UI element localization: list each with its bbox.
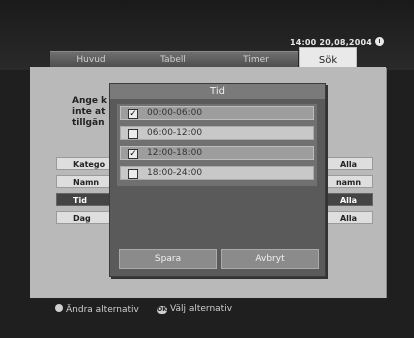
row-value-tid[interactable]: Alla (324, 193, 373, 206)
time-option-3[interactable]: 18:00-24:00 (120, 166, 314, 180)
help-line-2: inte at (72, 107, 106, 117)
row-label-namn[interactable]: Namn (56, 175, 112, 188)
row-label-dag[interactable]: Dag (56, 211, 112, 224)
time-option-2[interactable]: ✓ 12:00-18:00 (120, 146, 314, 160)
checkbox-empty-icon[interactable] (128, 169, 138, 179)
hint-change-label: Ändra alternativ (66, 305, 139, 315)
checkbox-empty-icon[interactable] (128, 129, 138, 139)
checkbox-checked-icon[interactable]: ✓ (128, 109, 138, 119)
arrow-key-icon (55, 304, 63, 312)
ok-key-icon: OK (157, 306, 167, 314)
save-button[interactable]: Spara (119, 249, 217, 269)
time-option-label: 18:00-24:00 (147, 168, 203, 178)
dialog-title: Tid (110, 84, 325, 99)
row-label-tid[interactable]: Tid (56, 193, 112, 206)
clock: 14:00 20,08,2004 (289, 38, 372, 47)
hint-change: Ändra alternativ (55, 304, 139, 315)
row-value-dag[interactable]: Alla (324, 211, 373, 224)
cancel-button[interactable]: Avbryt (221, 249, 319, 269)
screen: 14:00 20,08,2004 Huvud Tabell Timer Sök … (0, 0, 414, 338)
help-line-3: tillgän (72, 118, 105, 128)
row-value-kategori[interactable]: Alla (324, 157, 373, 170)
checkbox-checked-icon[interactable]: ✓ (128, 149, 138, 159)
time-option-label: 12:00-18:00 (147, 148, 203, 158)
help-text: Ange k inte at tillgän (72, 96, 114, 129)
time-option-label: 06:00-12:00 (147, 128, 203, 138)
clock-icon (375, 37, 384, 46)
hint-select-label: Välj alternativ (170, 304, 233, 314)
time-dialog: Tid ✓ 00:00-06:00 06:00-12:00 ✓ 12:00-18… (109, 83, 326, 277)
row-label-kategori[interactable]: Katego (56, 157, 112, 170)
help-line-1: Ange k (72, 96, 108, 106)
row-value-namn[interactable]: namn (324, 175, 373, 188)
time-option-label: 00:00-06:00 (147, 108, 203, 118)
time-option-0[interactable]: ✓ 00:00-06:00 (120, 106, 314, 120)
hint-select: OK Välj alternativ (157, 304, 232, 314)
time-option-1[interactable]: 06:00-12:00 (120, 126, 314, 140)
